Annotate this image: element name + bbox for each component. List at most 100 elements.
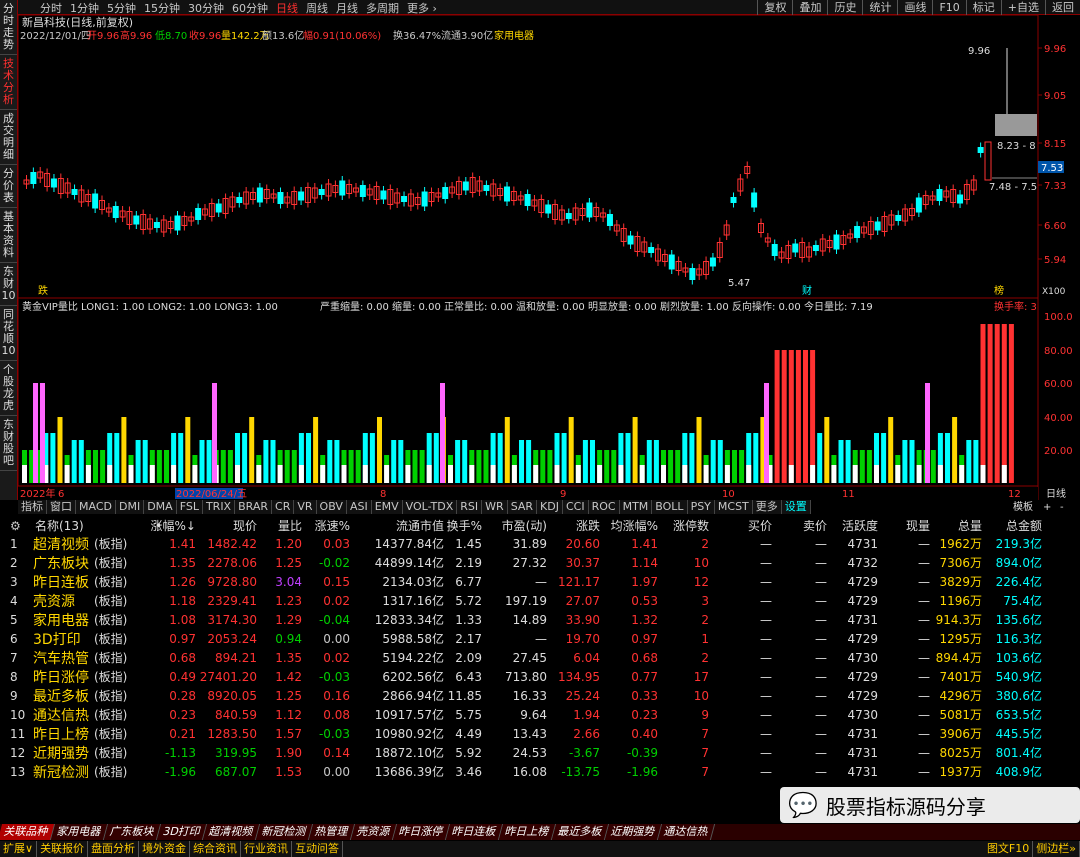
info-tab-6[interactable]: 互动问答 [292,841,344,857]
indicator-tab-15[interactable]: WR [482,500,508,514]
side-nav-item-7[interactable]: 个股龙虎 [0,361,17,416]
table-row[interactable]: 5 家用电器 (板指) 1.08 3174.30 1.29 -0.04 12833.34亿 1.… [0,610,1062,629]
column-header-7[interactable]: 换手% [447,517,482,534]
template-tab-2[interactable]: - [1060,502,1064,513]
period-tab-6[interactable]: 日线 [276,0,298,16]
info-tab-2[interactable]: 盘面分析 [88,841,140,857]
period-tab-0[interactable]: 分时 [40,0,62,16]
indicator-tab-11[interactable]: ASI [347,500,372,514]
period-tab-9[interactable]: 多周期 [366,0,399,16]
info-tab-4[interactable]: 综合资讯 [190,841,242,857]
column-header-6[interactable]: 流通市值 [396,517,444,534]
side-nav-item-8[interactable]: 东财股吧 [0,416,17,471]
table-row[interactable]: 6 3D打印 (板指) 0.97 2053.24 0.94 0.00 5988.58亿 2.17… [0,629,1062,648]
indicator-tab-17[interactable]: KDJ [537,500,563,514]
table-row[interactable]: 2 广东板块 (板指) 1.35 2278.06 1.25 -0.02 44899.14亿 2.… [0,553,1062,572]
related-tab-3[interactable]: 3D打印 [156,824,208,840]
side-nav-item-1[interactable]: 技术分析 [0,55,17,110]
related-tab-6[interactable]: 热管理 [309,824,356,840]
table-row[interactable]: 3 昨日连板 (板指) 1.26 9728.80 3.04 0.15 2134.03亿 6.77… [0,572,1062,591]
info-tab-5[interactable]: 行业资讯 [241,841,293,857]
indicator-tab-0[interactable]: 指标 [18,500,47,514]
table-row[interactable]: 12 近期强势 (板指) -1.13 319.95 1.90 0.14 18872.10亿 5.… [0,743,1062,762]
side-nav-item-2[interactable]: 成交明细 [0,110,17,165]
indicator-tab-9[interactable]: VR [294,500,317,514]
indicator-tab-22[interactable]: PSY [688,500,715,514]
table-row[interactable]: 4 壳资源 (板指) 1.18 2329.41 1.23 0.02 1317.16亿 5.72 1… [0,591,1062,610]
column-header-3[interactable]: 现价 [233,517,257,534]
indicator-tab-21[interactable]: BOLL [652,500,688,514]
info-tab-1[interactable]: 关联报价 [37,841,89,857]
bottom-right-1[interactable]: 侧边栏» [1033,841,1080,857]
info-tab-0[interactable]: 扩展∨ [0,841,38,857]
related-tab-13[interactable]: 通达信热 [658,824,716,840]
column-header-4[interactable]: 量比 [278,517,302,534]
period-tab-5[interactable]: 60分钟 [232,0,268,16]
column-header-15[interactable]: 现量 [906,517,930,534]
period-tab-8[interactable]: 月线 [336,0,358,16]
column-header-5[interactable]: 涨速% [315,517,350,534]
column-header-10[interactable]: 均涨幅% [611,517,658,534]
indicator-tab-13[interactable]: VOL-TDX [403,500,458,514]
table-row[interactable]: 13 新冠检测 (板指) -1.96 687.07 1.53 0.00 13686.39亿 3.… [0,762,1062,781]
related-tab-2[interactable]: 广东板块 [103,824,162,840]
toolbar-button-5[interactable]: F10 [932,0,965,15]
indicator-tab-19[interactable]: ROC [589,500,620,514]
related-tab-4[interactable]: 超清视频 [203,824,261,840]
table-row[interactable]: 9 最近多板 (板指) 0.28 8920.05 1.25 0.16 2866.94亿 11.8… [0,686,1062,705]
related-tab-9[interactable]: 昨日连板 [446,824,504,840]
indicator-tab-10[interactable]: OBV [317,500,347,514]
table-row[interactable]: 8 昨日涨停 (板指) 0.49 27401.20 1.42 -0.03 6202.56亿 6.… [0,667,1062,686]
column-header-17[interactable]: 总金额 [1006,517,1042,534]
related-tab-11[interactable]: 最近多板 [552,824,610,840]
side-nav-item-0[interactable]: 分时走势 [0,0,17,55]
side-nav-item-3[interactable]: 分价表 [0,165,17,208]
indicator-tab-23[interactable]: MCST [715,500,753,514]
toolbar-button-7[interactable]: +自选 [1000,0,1045,15]
toolbar-button-8[interactable]: 返回 [1045,0,1080,15]
column-header-8[interactable]: 市盈(动) [502,517,547,534]
indicator-tab-14[interactable]: RSI [457,500,483,514]
period-tab-7[interactable]: 周线 [306,0,328,16]
indicator-tab-12[interactable]: EMV [372,500,403,514]
indicator-tab-16[interactable]: SAR [508,500,538,514]
column-header-11[interactable]: 涨停数 [673,517,709,534]
period-tab-2[interactable]: 5分钟 [107,0,136,16]
side-nav-item-6[interactable]: 同花顺10 [0,306,17,361]
indicator-tab-1[interactable]: 窗口 [47,500,76,514]
indicator-tab-20[interactable]: MTM [620,500,653,514]
indicator-tab-6[interactable]: TRIX [203,500,236,514]
period-tab-4[interactable]: 30分钟 [188,0,224,16]
table-row[interactable]: 10 通达信热 (板指) 0.23 840.59 1.12 0.08 10917.57亿 5.7… [0,705,1062,724]
column-header-2[interactable]: 涨幅%↓ [151,517,196,534]
period-tab-10[interactable]: 更多 › [407,0,437,16]
related-tab-1[interactable]: 家用电器 [50,824,109,840]
toolbar-button-6[interactable]: 标记 [965,0,1001,15]
template-tab-1[interactable]: + [1043,502,1051,513]
toolbar-button-3[interactable]: 统计 [862,0,897,15]
table-row[interactable]: 1 超清视频 (板指) 1.41 1482.42 1.20 0.03 14377.84亿 1.4… [0,534,1062,553]
bottom-right-0[interactable]: 图文F10 [984,841,1034,857]
toolbar-button-4[interactable]: 画线 [897,0,932,15]
indicator-tab-2[interactable]: MACD [76,500,116,514]
toolbar-button-0[interactable]: 复权 [757,0,792,15]
column-header-14[interactable]: 活跃度 [842,517,878,534]
info-tab-3[interactable]: 境外资金 [139,841,191,857]
indicator-tab-25[interactable]: 设置 [782,500,811,514]
related-tab-0[interactable]: 关联品种 [0,824,56,840]
related-tab-12[interactable]: 近期强势 [605,824,663,840]
toolbar-button-2[interactable]: 历史 [827,0,862,15]
gear-icon[interactable]: ⚙ [10,519,21,533]
related-tab-7[interactable]: 壳资源 [351,824,398,840]
toolbar-button-1[interactable]: 叠加 [792,0,827,15]
indicator-tab-5[interactable]: FSL [177,500,203,514]
kline-chart[interactable]: 新昌科技(日线,前复权) 2022/12/01/四开9.96 高9.96 低8.70 收… [0,0,1080,515]
table-row[interactable]: 7 汽车热管 (板指) 0.68 894.21 1.35 0.02 5194.22亿 2.09 2… [0,648,1062,667]
column-header-13[interactable]: 卖价 [803,517,827,534]
column-header-16[interactable]: 总量 [958,517,982,534]
related-tab-10[interactable]: 昨日上榜 [499,824,557,840]
indicator-tab-18[interactable]: CCI [563,500,589,514]
column-header-9[interactable]: 涨跌 [576,517,600,534]
column-header-0[interactable]: 名称(13) [35,517,84,534]
template-tab-0[interactable]: 模板 [1013,500,1033,513]
